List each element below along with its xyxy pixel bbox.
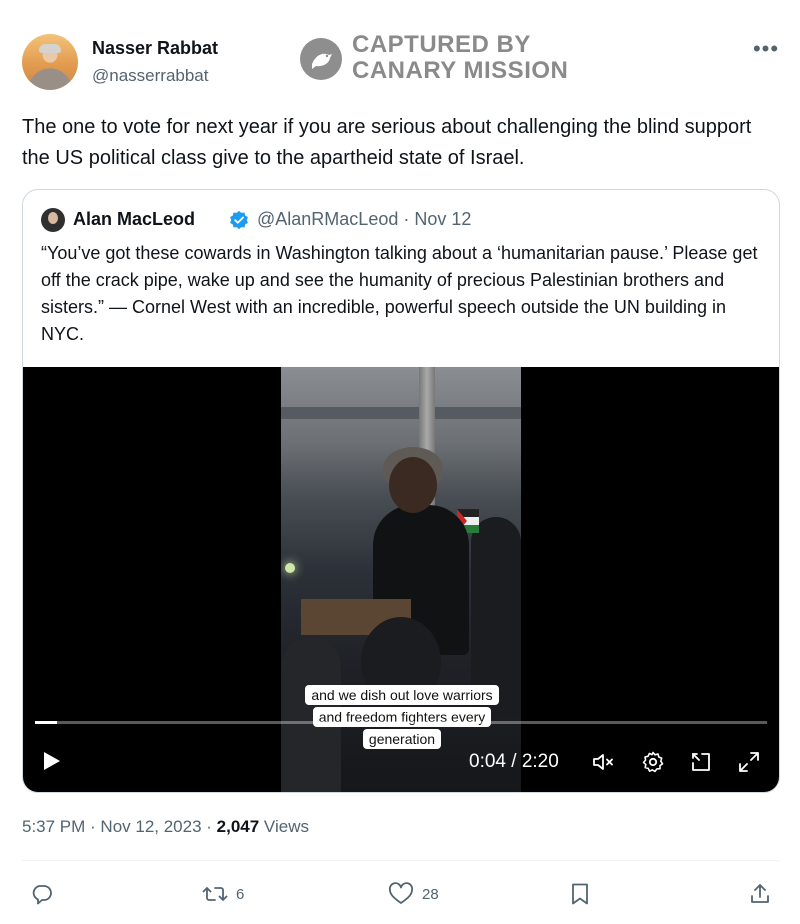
bookmark-button[interactable] <box>568 876 592 912</box>
like-count: 28 <box>422 885 439 903</box>
video-progress-fill <box>35 721 57 724</box>
canary-bird-icon <box>300 38 342 80</box>
reply-button[interactable] <box>30 876 62 912</box>
quoted-handle-date[interactable]: @AlanRMacLeod · Nov 12 <box>257 209 471 230</box>
settings-icon[interactable] <box>641 750 665 774</box>
watermark: CAPTURED BY CANARY MISSION <box>300 32 580 86</box>
verified-badge-icon <box>230 210 248 230</box>
fullscreen-icon[interactable] <box>737 750 761 774</box>
video-player[interactable]: and we dish out love warriors and freedo… <box>23 367 779 792</box>
bookmark-icon <box>572 883 588 905</box>
quoted-tweet[interactable]: Alan MacLeod @AlanRMacLeod · Nov 12 “You… <box>22 189 780 793</box>
watermark-text: CAPTURED BY CANARY MISSION <box>352 32 568 84</box>
mute-icon[interactable] <box>591 750 615 774</box>
views-label: Views <box>259 817 309 836</box>
retweet-count: 6 <box>236 885 245 903</box>
quoted-tweet-header: Alan MacLeod @AlanRMacLeod · Nov 12 <box>41 208 761 232</box>
video-time: 0:04 / 2:20 <box>469 751 559 772</box>
watermark-line-2: CANARY MISSION <box>352 57 569 84</box>
watermark-line-1: CAPTURED BY <box>352 31 531 58</box>
quoted-author-avatar[interactable] <box>41 208 65 232</box>
share-icon <box>751 884 769 903</box>
reply-icon <box>32 885 52 905</box>
author-name[interactable]: Nasser Rabbat <box>92 38 218 59</box>
retweet-button[interactable]: 6 <box>202 876 244 912</box>
heart-icon <box>389 882 413 904</box>
author-handle[interactable]: @nasserrabbat <box>92 66 209 86</box>
quoted-tweet-text: “You’ve got these cowards in Washington … <box>41 243 758 344</box>
tweet-timestamp: 5:37 PM · Nov 12, 2023 · 2,047 Views <box>22 817 309 837</box>
picture-in-picture-icon[interactable] <box>689 750 713 774</box>
more-options-icon[interactable]: ••• <box>752 36 780 61</box>
views-count: 2,047 <box>216 817 260 836</box>
tweet-text: The one to vote for next year if you are… <box>22 116 752 169</box>
like-button[interactable]: 28 <box>388 876 439 912</box>
video-captions: and we dish out love warriors and freedo… <box>297 685 507 751</box>
quoted-author-name[interactable]: Alan MacLeod <box>73 209 195 230</box>
caption-line: and freedom fighters every <box>312 707 492 727</box>
retweet-icon <box>202 887 228 901</box>
author-avatar[interactable] <box>22 34 78 90</box>
share-button[interactable] <box>748 876 772 912</box>
divider <box>22 860 780 861</box>
caption-line: and we dish out love warriors <box>305 685 499 705</box>
play-icon[interactable] <box>39 749 63 773</box>
video-progress-bar[interactable] <box>35 721 767 724</box>
tweet-time-date[interactable]: 5:37 PM · Nov 12, 2023 · <box>22 817 217 836</box>
tweet-actions: 6 28 <box>22 876 780 912</box>
caption-line: generation <box>362 729 442 749</box>
